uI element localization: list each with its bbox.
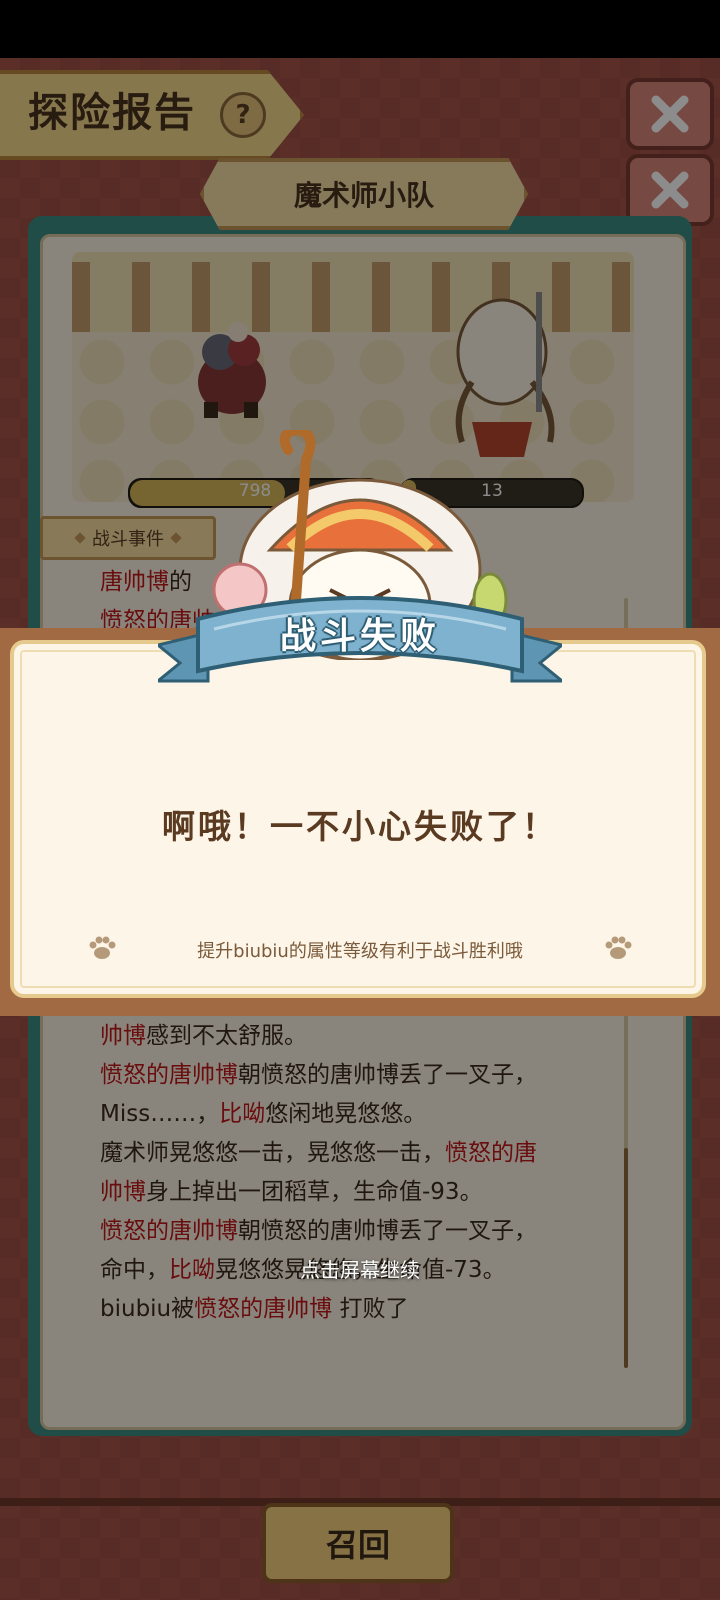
- tap-to-continue-hint[interactable]: 点击屏幕继续: [0, 1254, 720, 1283]
- paw-icon: [605, 936, 632, 959]
- defeat-message: 啊哦！一不小心失败了！: [162, 807, 558, 846]
- status-bar: [0, 0, 720, 58]
- defeat-ribbon-label: 战斗失败: [279, 616, 440, 657]
